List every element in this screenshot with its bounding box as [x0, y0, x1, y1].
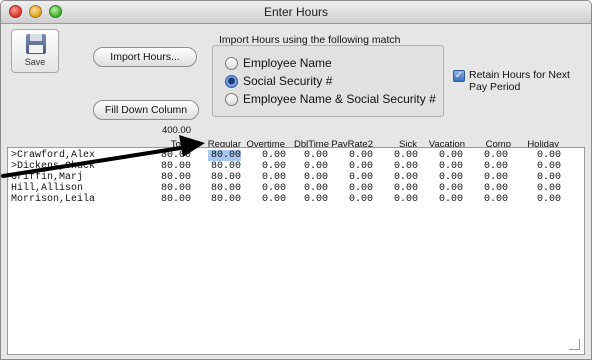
employee-name-cell: >Dickens,Chuck — [11, 161, 96, 172]
fill-down-column-button[interactable]: Fill Down Column — [93, 100, 199, 120]
vacation-cell[interactable]: 0.00 — [428, 161, 463, 172]
radio-label: Employee Name — [243, 56, 332, 70]
comp-cell[interactable]: 0.00 — [473, 161, 508, 172]
regular-cell[interactable]: 80.00 — [208, 194, 241, 205]
sick-cell[interactable]: 0.00 — [383, 161, 418, 172]
window-title: Enter Hours — [263, 5, 329, 19]
vacation-cell[interactable]: 0.00 — [428, 172, 463, 183]
dbltime-cell[interactable]: 0.00 — [293, 194, 328, 205]
overtime-cell[interactable]: 0.00 — [251, 150, 286, 161]
employee-name-cell: Morrison,Leila — [11, 194, 96, 205]
retain-hours-label: Retain Hours for Next Pay Period — [469, 69, 570, 93]
overtime-cell[interactable]: 0.00 — [251, 183, 286, 194]
overtime-cell[interactable]: 0.00 — [251, 172, 286, 183]
table-row[interactable]: Morrison,Leila 80.00 80.00 0.00 0.00 0.0… — [8, 194, 584, 205]
resize-grip-icon[interactable] — [569, 339, 580, 350]
dbltime-cell[interactable]: 0.00 — [293, 150, 328, 161]
sick-cell[interactable]: 0.00 — [383, 172, 418, 183]
table-row[interactable]: >Crawford,Alex 80.00 80.00 0.00 0.00 0.0… — [8, 150, 584, 161]
overtime-cell[interactable]: 0.00 — [251, 194, 286, 205]
enter-hours-window: Enter Hours Save Import Hours... Fill Do… — [0, 0, 592, 360]
dbltime-cell[interactable]: 0.00 — [293, 183, 328, 194]
comp-cell[interactable]: 0.00 — [473, 194, 508, 205]
checkmark-icon[interactable]: ✓ — [453, 70, 465, 82]
hours-table[interactable]: >Crawford,Alex 80.00 80.00 0.00 0.00 0.0… — [7, 147, 585, 355]
holiday-cell[interactable]: 0.00 — [523, 161, 561, 172]
radio-off-icon[interactable] — [225, 93, 238, 106]
holiday-cell[interactable]: 0.00 — [523, 150, 561, 161]
match-options-group: Employee Name Social Security # Employee… — [212, 45, 444, 117]
employee-name-cell: >Crawford,Alex — [11, 150, 96, 161]
table-row[interactable]: Hill,Allison 80.00 80.00 0.00 0.00 0.00 … — [8, 183, 584, 194]
total-hours-value: 400.00 — [161, 125, 191, 136]
overtime-cell[interactable]: 0.00 — [251, 161, 286, 172]
vacation-cell[interactable]: 0.00 — [428, 183, 463, 194]
payrate2-cell[interactable]: 0.00 — [338, 172, 373, 183]
total-cell: 80.00 — [160, 183, 191, 194]
payrate2-cell[interactable]: 0.00 — [338, 150, 373, 161]
table-row[interactable]: Griffin,Marj 80.00 80.00 0.00 0.00 0.00 … — [8, 172, 584, 183]
holiday-cell[interactable]: 0.00 — [523, 183, 561, 194]
dbltime-cell[interactable]: 0.00 — [293, 161, 328, 172]
total-cell: 80.00 — [160, 150, 191, 161]
comp-cell[interactable]: 0.00 — [473, 183, 508, 194]
regular-cell[interactable]: 80.00 — [208, 183, 241, 194]
dbltime-cell[interactable]: 0.00 — [293, 172, 328, 183]
payrate2-cell[interactable]: 0.00 — [338, 161, 373, 172]
radio-selected-icon[interactable] — [225, 75, 238, 88]
holiday-cell[interactable]: 0.00 — [523, 194, 561, 205]
comp-cell[interactable]: 0.00 — [473, 172, 508, 183]
payrate2-cell[interactable]: 0.00 — [338, 194, 373, 205]
save-button[interactable]: Save — [11, 29, 59, 73]
title-bar[interactable]: Enter Hours — [1, 1, 591, 24]
table-row[interactable]: >Dickens,Chuck 80.00 80.00 0.00 0.00 0.0… — [8, 161, 584, 172]
regular-cell[interactable]: 80.00 — [208, 150, 241, 161]
regular-cell[interactable]: 80.00 — [208, 161, 241, 172]
total-cell: 80.00 — [160, 194, 191, 205]
floppy-disk-icon — [26, 34, 46, 54]
radio-label: Social Security # — [243, 74, 333, 88]
vacation-cell[interactable]: 0.00 — [428, 194, 463, 205]
total-cell: 80.00 — [160, 172, 191, 183]
import-hours-button[interactable]: Import Hours... — [93, 47, 197, 67]
radio-off-icon[interactable] — [225, 57, 238, 70]
employee-name-cell: Hill,Allison — [11, 183, 84, 194]
sick-cell[interactable]: 0.00 — [383, 183, 418, 194]
sick-cell[interactable]: 0.00 — [383, 150, 418, 161]
holiday-cell[interactable]: 0.00 — [523, 172, 561, 183]
total-cell: 80.00 — [160, 161, 191, 172]
payrate2-cell[interactable]: 0.00 — [338, 183, 373, 194]
sick-cell[interactable]: 0.00 — [383, 194, 418, 205]
regular-cell[interactable]: 80.00 — [208, 172, 241, 183]
radio-label: Employee Name & Social Security # — [243, 92, 436, 106]
employee-name-cell: Griffin,Marj — [11, 172, 84, 183]
save-label: Save — [24, 57, 46, 67]
vacation-cell[interactable]: 0.00 — [428, 150, 463, 161]
comp-cell[interactable]: 0.00 — [473, 150, 508, 161]
